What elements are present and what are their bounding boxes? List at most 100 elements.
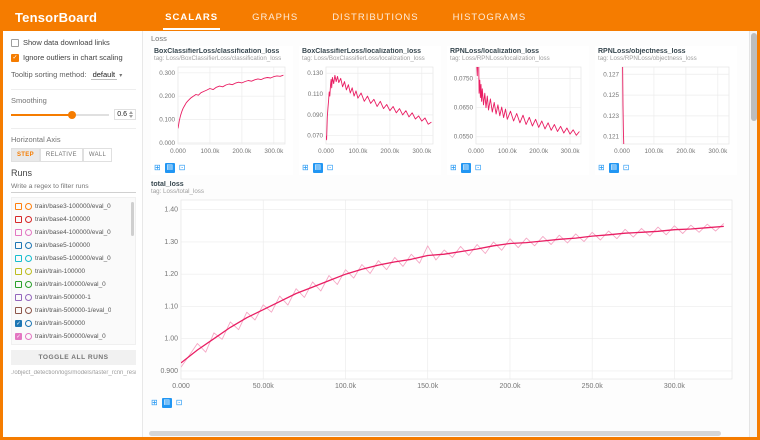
run-item[interactable]: train/base5-100000/eval_0 bbox=[15, 252, 129, 265]
pin-icon[interactable]: ⊡ bbox=[475, 163, 482, 173]
axis-button-step[interactable]: STEP bbox=[11, 148, 40, 162]
run-item[interactable]: train/train-100000/eval_0 bbox=[15, 278, 129, 291]
chart-options-icon[interactable]: ▤ bbox=[609, 163, 619, 173]
pin-icon[interactable]: ⊡ bbox=[176, 398, 183, 408]
svg-text:100.0k: 100.0k bbox=[335, 383, 357, 390]
scrollbar-thumb[interactable] bbox=[751, 33, 757, 121]
svg-text:200.0k: 200.0k bbox=[529, 148, 549, 155]
chart-plot[interactable]: 0.1300.1100.0900.0700.000100.0k200.0k300… bbox=[302, 63, 438, 157]
run-filter-input[interactable] bbox=[11, 181, 136, 193]
run-label: train/train-100000/eval_0 bbox=[35, 281, 106, 288]
chevron-down-icon[interactable]: ▾ bbox=[119, 73, 122, 79]
smoothing-value-input[interactable]: 0.6 bbox=[114, 109, 136, 120]
run-checkbox-icon[interactable] bbox=[15, 307, 22, 314]
run-isolate-icon[interactable] bbox=[25, 268, 32, 275]
run-checkbox-icon[interactable]: ✓ bbox=[15, 320, 22, 327]
svg-text:0.070: 0.070 bbox=[307, 133, 323, 140]
svg-text:100.0k: 100.0k bbox=[348, 148, 368, 155]
pin-icon[interactable]: ⊡ bbox=[179, 163, 186, 173]
chart-tag: tag: Loss/RPNLoss/localization_loss bbox=[450, 55, 586, 62]
run-isolate-icon[interactable] bbox=[25, 216, 32, 223]
chart-title: RPNLoss/objectness_loss bbox=[598, 48, 734, 55]
toggle-all-runs-button[interactable]: TOGGLE ALL RUNS bbox=[11, 350, 136, 365]
stepper-icon[interactable] bbox=[129, 111, 133, 118]
run-isolate-icon[interactable] bbox=[25, 203, 32, 210]
run-item[interactable]: train/train-500000-1 bbox=[15, 291, 129, 304]
pin-icon[interactable]: ⊡ bbox=[327, 163, 334, 173]
scrollbar-thumb[interactable] bbox=[149, 431, 721, 436]
run-item[interactable]: ✓train/train-500000 bbox=[15, 317, 129, 330]
run-checkbox-icon[interactable] bbox=[15, 242, 22, 249]
tab-scalars[interactable]: SCALARS bbox=[163, 5, 220, 30]
ignore-outliers-row[interactable]: ✓ Ignore outliers in chart scaling bbox=[11, 53, 136, 62]
run-checkbox-icon[interactable] bbox=[15, 229, 22, 236]
checkbox-icon[interactable] bbox=[11, 39, 19, 47]
run-list-scrollbar[interactable] bbox=[131, 202, 134, 236]
run-label: train/base5-100000 bbox=[35, 242, 90, 249]
chart-plot[interactable]: 0.1270.1250.1230.1210.000100.0k200.0k300… bbox=[598, 63, 734, 157]
fullscreen-icon[interactable]: ⊞ bbox=[598, 163, 605, 173]
chart-options-icon[interactable]: ▤ bbox=[313, 163, 323, 173]
run-isolate-icon[interactable] bbox=[25, 281, 32, 288]
run-item[interactable]: train/train-100000 bbox=[15, 265, 129, 278]
vertical-scrollbar[interactable] bbox=[749, 31, 757, 437]
run-item[interactable]: ✓train/train-500000/eval_0 bbox=[15, 330, 129, 343]
run-item[interactable]: train/base4-100000 bbox=[15, 213, 129, 226]
svg-text:1.20: 1.20 bbox=[164, 271, 178, 278]
chart-plot[interactable]: 0.3000.2000.1000.0000.000100.0k200.0k300… bbox=[154, 63, 290, 157]
chart-options-icon[interactable]: ▤ bbox=[461, 163, 471, 173]
tensorboard-window: TensorBoard SCALARSGRAPHSDISTRIBUTIONSHI… bbox=[0, 0, 760, 440]
svg-text:300.0k: 300.0k bbox=[264, 148, 284, 155]
svg-text:0.0550: 0.0550 bbox=[454, 134, 474, 141]
axis-button-relative[interactable]: RELATIVE bbox=[40, 148, 83, 162]
tab-graphs[interactable]: GRAPHS bbox=[250, 5, 300, 30]
run-item[interactable]: train/base4-100000/eval_0 bbox=[15, 226, 129, 239]
run-isolate-icon[interactable] bbox=[25, 255, 32, 262]
svg-text:0.300: 0.300 bbox=[159, 70, 175, 77]
chart-options-icon[interactable]: ▤ bbox=[165, 163, 175, 173]
run-checkbox-icon[interactable]: ✓ bbox=[15, 333, 22, 340]
run-isolate-icon[interactable] bbox=[25, 229, 32, 236]
tooltip-sorting-dropdown[interactable]: default bbox=[91, 70, 118, 80]
run-checkbox-icon[interactable] bbox=[15, 268, 22, 275]
smoothing-slider[interactable] bbox=[11, 111, 109, 119]
run-checkbox-icon[interactable] bbox=[15, 255, 22, 262]
chart-plot[interactable]: 1.401.301.201.101.000.9000.00050.00k100.… bbox=[151, 196, 737, 392]
axis-button-wall[interactable]: WALL bbox=[83, 148, 112, 162]
slider-knob[interactable] bbox=[68, 111, 76, 119]
category-header-loss[interactable]: Loss bbox=[151, 34, 743, 43]
run-isolate-icon[interactable] bbox=[25, 333, 32, 340]
run-isolate-icon[interactable] bbox=[25, 294, 32, 301]
run-checkbox-icon[interactable] bbox=[15, 281, 22, 288]
run-item[interactable]: train/base5-100000 bbox=[15, 239, 129, 252]
run-isolate-icon[interactable] bbox=[25, 242, 32, 249]
pin-icon[interactable]: ⊡ bbox=[623, 163, 630, 173]
run-isolate-icon[interactable] bbox=[25, 320, 32, 327]
run-checkbox-icon[interactable] bbox=[15, 203, 22, 210]
smoothing-value: 0.6 bbox=[117, 111, 127, 118]
show-download-links-row[interactable]: Show data download links bbox=[11, 38, 136, 47]
chart-plot[interactable]: 0.07500.06500.05500.000100.0k200.0k300.0… bbox=[450, 63, 586, 157]
chart-tag: tag: Loss/BoxClassifierLoss/classificati… bbox=[154, 55, 290, 62]
checkbox-checked-icon[interactable]: ✓ bbox=[11, 54, 19, 62]
fullscreen-icon[interactable]: ⊞ bbox=[154, 163, 161, 173]
fullscreen-icon[interactable]: ⊞ bbox=[151, 398, 158, 408]
run-item[interactable]: train/base3-100000/eval_0 bbox=[15, 200, 129, 213]
run-item[interactable]: train/train-500000-1/eval_0 bbox=[15, 304, 129, 317]
chart-tag: tag: Loss/total_loss bbox=[151, 188, 743, 195]
chart-options-icon[interactable]: ▤ bbox=[162, 398, 172, 408]
horizontal-scrollbar[interactable] bbox=[149, 431, 745, 436]
svg-text:150.0k: 150.0k bbox=[417, 383, 439, 390]
svg-text:200.0k: 200.0k bbox=[499, 383, 521, 390]
fullscreen-icon[interactable]: ⊞ bbox=[450, 163, 457, 173]
tab-distributions[interactable]: DISTRIBUTIONS bbox=[330, 5, 420, 30]
run-checkbox-icon[interactable] bbox=[15, 294, 22, 301]
run-isolate-icon[interactable] bbox=[25, 307, 32, 314]
svg-text:0.100: 0.100 bbox=[159, 117, 175, 124]
chart-card-box-localization-loss: BoxClassifierLoss/localization_loss tag:… bbox=[299, 46, 441, 175]
small-charts-row: BoxClassifierLoss/classification_loss ta… bbox=[151, 46, 743, 175]
tab-histograms[interactable]: HISTOGRAMS bbox=[451, 5, 529, 30]
fullscreen-icon[interactable]: ⊞ bbox=[302, 163, 309, 173]
run-checkbox-icon[interactable] bbox=[15, 216, 22, 223]
svg-text:0.0750: 0.0750 bbox=[454, 76, 474, 83]
